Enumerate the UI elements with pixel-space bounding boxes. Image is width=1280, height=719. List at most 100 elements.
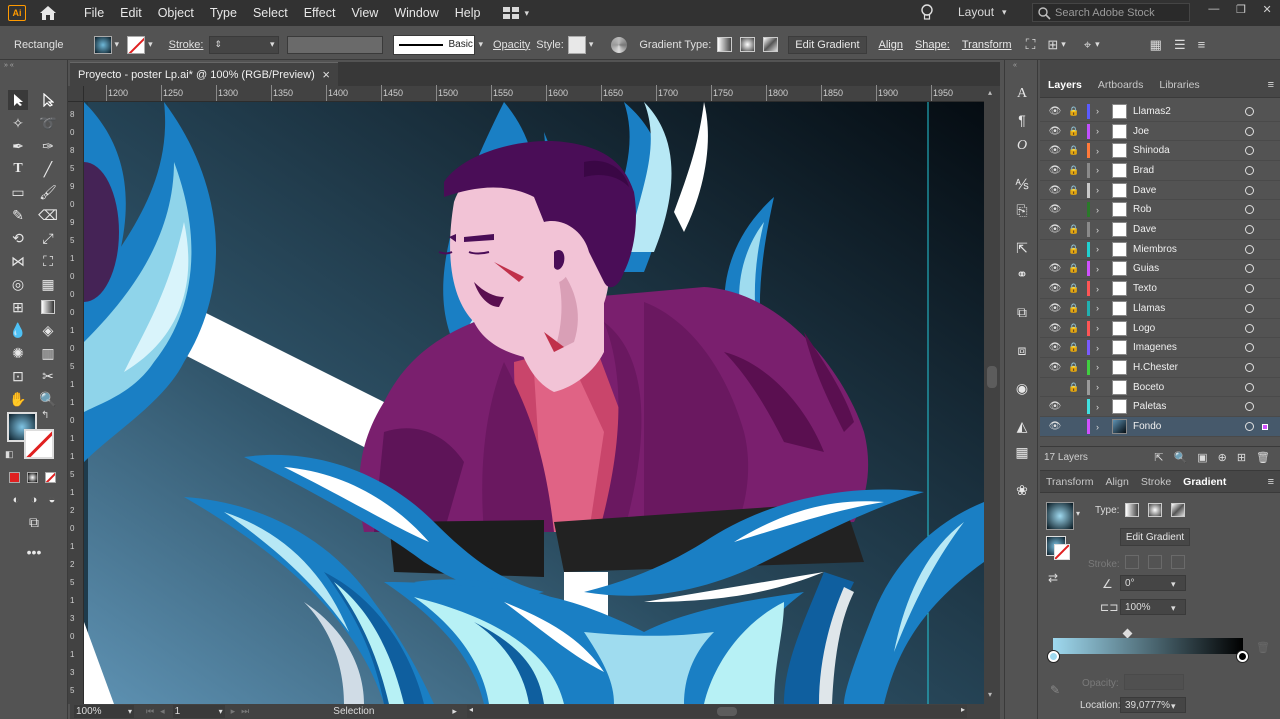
- glyphs-panel-icon[interactable]: ⅍: [1012, 174, 1032, 194]
- layer-name[interactable]: Dave: [1133, 185, 1233, 196]
- angle-input[interactable]: 0°: [1120, 575, 1186, 591]
- workspace-switcher[interactable]: Layout ▾: [958, 5, 1007, 19]
- layer-row[interactable]: 🔒 › Boceto: [1040, 378, 1280, 398]
- delete-layer-icon[interactable]: 🗑: [1256, 451, 1270, 464]
- asset-export-icon[interactable]: ⧉: [1012, 302, 1032, 322]
- type-tool-icon[interactable]: T: [8, 159, 28, 179]
- gradient-preview-swatch[interactable]: [1046, 502, 1074, 530]
- layer-row[interactable]: 👁 🔒 › Llamas2: [1040, 102, 1280, 122]
- expand-chevron-icon[interactable]: ›: [1096, 382, 1106, 392]
- layer-row[interactable]: 👁 🔒 › Shinoda: [1040, 141, 1280, 162]
- vertical-ruler[interactable]: 8 0 8 5 9 0 9 5 1 0 0 0 1 0 5 1 1 0 1 1 5 1 2 0 1 2 5 1 3 0 1 3 5: [68, 102, 84, 704]
- pen-tool-icon[interactable]: ✒: [8, 136, 28, 156]
- new-layer-icon[interactable]: ⊞: [1237, 451, 1246, 464]
- stroke-weight-input[interactable]: ⇕ ▾: [209, 35, 280, 54]
- target-circle-icon[interactable]: [1245, 244, 1254, 254]
- edit-gradient-button[interactable]: Edit Gradient: [788, 35, 867, 54]
- links-panel-icon[interactable]: ⚭: [1012, 264, 1032, 284]
- scroll-left-icon[interactable]: ◂: [469, 705, 473, 714]
- graphic-styles-icon[interactable]: ◭: [1012, 416, 1032, 436]
- zoom-select[interactable]: 100% ▾: [74, 705, 134, 718]
- opentype-panel-icon[interactable]: O: [1012, 136, 1032, 156]
- target-circle-icon[interactable]: [1245, 126, 1254, 136]
- chevron-down-icon[interactable]: ▾: [1095, 39, 1100, 50]
- menu-object[interactable]: Object: [150, 6, 202, 20]
- aspect-ratio-input[interactable]: 100%: [1120, 599, 1186, 615]
- poster-artwork[interactable]: [84, 102, 984, 704]
- tab-artboards[interactable]: Artboards: [1090, 79, 1152, 91]
- character-panel-icon[interactable]: A: [1012, 84, 1032, 104]
- close-window-button[interactable]: ✕: [1262, 3, 1271, 16]
- scroll-down-icon[interactable]: ▾: [988, 690, 992, 699]
- layer-row[interactable]: 👁 🔒 › Dave: [1040, 220, 1280, 240]
- column-graph-tool-icon[interactable]: ▥: [38, 343, 58, 363]
- shaper-tool-icon[interactable]: ✎: [8, 205, 28, 225]
- visibility-eye-icon[interactable]: 👁: [1048, 106, 1062, 117]
- lock-icon[interactable]: 🔒: [1067, 244, 1081, 255]
- restore-button[interactable]: ❐: [1236, 3, 1246, 16]
- brush-definition[interactable]: Basic: [393, 34, 476, 55]
- tab-libraries[interactable]: Libraries: [1151, 79, 1207, 91]
- target-circle-icon[interactable]: [1245, 205, 1254, 215]
- lock-icon[interactable]: 🔒: [1067, 303, 1081, 314]
- clipping-mask-icon[interactable]: ▣: [1197, 451, 1207, 464]
- previous-artboard-icon[interactable]: ◂: [160, 706, 165, 717]
- eraser-tool-icon[interactable]: ⌫: [38, 205, 58, 225]
- visibility-eye-icon[interactable]: 👁: [1048, 224, 1062, 235]
- gradient-slider-bar[interactable]: [1053, 638, 1243, 654]
- visibility-eye-icon[interactable]: 👁: [1048, 362, 1062, 373]
- scrollbar-thumb[interactable]: [987, 366, 997, 388]
- visibility-eye-icon[interactable]: 👁: [1048, 263, 1062, 274]
- draw-inside-icon[interactable]: ◒: [42, 490, 62, 510]
- hand-tool-icon[interactable]: ✋: [8, 389, 28, 409]
- lightbulb-icon[interactable]: [920, 4, 934, 25]
- ruler-origin[interactable]: [68, 86, 84, 102]
- horizontal-scrollbar[interactable]: ◂ ▸: [466, 705, 967, 718]
- color-mode-button[interactable]: [9, 472, 20, 483]
- line-segment-tool-icon[interactable]: ╱: [38, 159, 58, 179]
- lock-icon[interactable]: 🔒: [1067, 165, 1081, 176]
- layer-name[interactable]: H.Chester: [1133, 362, 1233, 373]
- visibility-eye-icon[interactable]: 👁: [1048, 185, 1062, 196]
- target-circle-icon[interactable]: [1245, 146, 1254, 156]
- delete-stop-icon[interactable]: 🗑: [1256, 641, 1270, 654]
- isolate-object-icon[interactable]: ⛶: [1026, 36, 1036, 53]
- panel-menu-icon[interactable]: ≡: [1268, 79, 1274, 91]
- tab-transform[interactable]: Transform: [1040, 476, 1099, 488]
- target-circle-icon[interactable]: [1245, 343, 1254, 353]
- freeform-gradient-icon[interactable]: [763, 37, 779, 52]
- visibility-eye-icon[interactable]: 👁: [1048, 421, 1062, 432]
- minimize-button[interactable]: —: [1208, 3, 1219, 15]
- none-mode-button[interactable]: [45, 472, 56, 483]
- layer-name[interactable]: Brad: [1133, 165, 1233, 176]
- paragraph-panel-icon[interactable]: ¶: [1012, 110, 1032, 130]
- screen-mode-icon[interactable]: ⧉: [24, 512, 44, 532]
- layer-name[interactable]: Boceto: [1133, 382, 1233, 393]
- target-circle-icon[interactable]: [1245, 284, 1254, 294]
- tab-gradient[interactable]: Gradient: [1177, 476, 1232, 488]
- layer-row[interactable]: 👁 🔒 › Guias: [1040, 260, 1280, 280]
- layer-name[interactable]: Joe: [1133, 126, 1233, 137]
- vertical-scrollbar[interactable]: ▴ ▾: [984, 86, 1000, 704]
- arrange-documents-icon[interactable]: ▾: [502, 7, 529, 19]
- rectangle-tool-icon[interactable]: ▭: [8, 182, 28, 202]
- horizontal-ruler[interactable]: 1200 1250 1300 1350 1400 1450 1500 1550 1600 1650…: [84, 85, 1000, 102]
- scale-tool-icon[interactable]: ⤢: [38, 228, 58, 248]
- artboard-canvas[interactable]: [84, 102, 984, 704]
- menu-edit[interactable]: Edit: [112, 6, 150, 20]
- free-transform-tool-icon[interactable]: ⛶: [38, 251, 58, 271]
- eyedropper-icon[interactable]: ✎: [1050, 683, 1060, 697]
- target-circle-icon[interactable]: [1245, 264, 1254, 274]
- layer-name[interactable]: Shinoda: [1133, 145, 1233, 156]
- visibility-eye-icon[interactable]: 👁: [1048, 342, 1062, 353]
- gradient-stop-start[interactable]: [1048, 651, 1059, 662]
- gradient-mode-button[interactable]: [27, 472, 38, 483]
- default-fill-stroke-icon[interactable]: ◧: [5, 449, 14, 460]
- target-circle-icon[interactable]: [1245, 185, 1254, 195]
- menu-type[interactable]: Type: [202, 6, 245, 20]
- fill-swatch[interactable]: [93, 35, 112, 54]
- panel-menu-icon[interactable]: ≡: [1268, 476, 1274, 488]
- target-circle-icon[interactable]: [1245, 106, 1254, 116]
- layer-name[interactable]: Llamas2: [1133, 106, 1233, 117]
- stroke-indicator[interactable]: [1054, 544, 1070, 560]
